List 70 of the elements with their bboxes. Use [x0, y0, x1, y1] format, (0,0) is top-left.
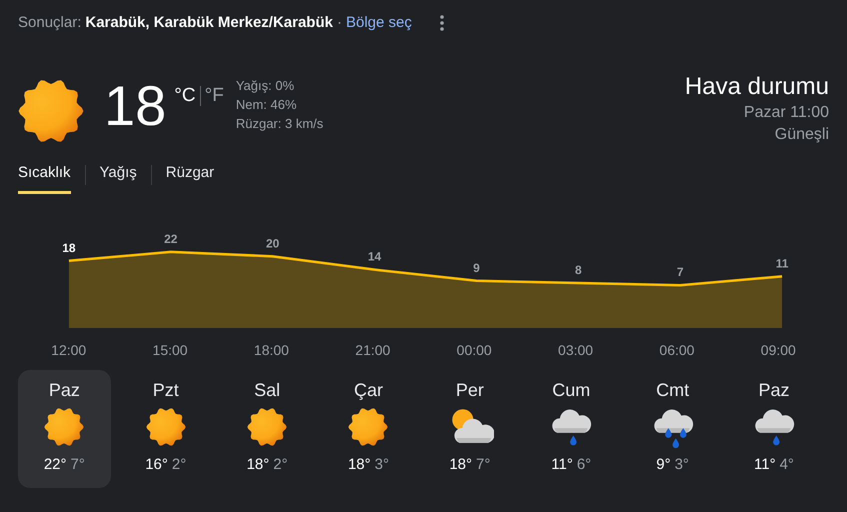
fahrenheit-toggle[interactable]: °F [204, 82, 224, 110]
low-temperature: 2° [172, 455, 186, 475]
more-icon[interactable] [440, 15, 444, 31]
temperature-value: 18 [104, 76, 166, 136]
low-temperature: 6° [576, 455, 592, 475]
sun-icon [146, 407, 186, 447]
day-name: Per [456, 379, 484, 402]
day-name: Paz [758, 379, 790, 402]
low-temperature: 7° [70, 455, 85, 475]
low-temperature: 4° [780, 455, 794, 475]
high-temperature: 18° [348, 455, 371, 475]
sun-icon [44, 407, 84, 447]
time-label: 12:00 [51, 341, 86, 360]
chart-tab[interactable]: Yağış [100, 156, 137, 194]
day-forecast[interactable]: Çar 18° 3° [322, 370, 415, 488]
day-name: Cum [552, 379, 590, 402]
day-forecast[interactable]: Pzt 16° 2° [119, 370, 212, 488]
day-forecast[interactable]: Paz 11° 4° [728, 370, 820, 488]
sun-icon [247, 407, 288, 447]
high-temperature: 11° [754, 455, 776, 475]
value-label: 20 [266, 236, 280, 250]
time-label: 21:00 [355, 341, 390, 360]
chart-tab[interactable]: Sıcaklık [18, 156, 71, 194]
time-label: 00:00 [456, 341, 492, 360]
low-temperature: 3° [674, 455, 689, 475]
time-label: 06:00 [659, 341, 694, 360]
value-label: 8 [574, 263, 582, 277]
sun-icon [348, 407, 388, 447]
high-temperature: 22° [44, 455, 67, 475]
weather-title: Hava durumu [684, 72, 829, 102]
time-label: 03:00 [558, 341, 594, 360]
low-temperature: 3° [374, 455, 389, 475]
day-forecast[interactable]: Cum 11° 6° [524, 370, 618, 488]
day-forecast[interactable]: Per 18° 7° [424, 370, 516, 488]
weather-detail: Nem: 46% [236, 96, 298, 114]
time-label: 18:00 [254, 341, 289, 360]
value-label: 7 [676, 265, 684, 280]
location-text: Karabük, Karabük Merkez/Karabük [85, 12, 333, 33]
day-forecast[interactable]: Cmt 9° 3° [626, 370, 719, 488]
day-name: Cmt [656, 379, 690, 402]
value-label: 14 [368, 250, 382, 264]
high-temperature: 11° [551, 455, 573, 475]
region-link[interactable]: Bölge seç [346, 12, 412, 34]
high-temperature: 16° [145, 455, 168, 475]
high-temperature: 18° [449, 455, 472, 475]
value-label: 9 [473, 260, 480, 275]
day-name: Paz [48, 379, 80, 402]
date-time: Pazar 11:00 [744, 103, 829, 123]
day-name: Sal [254, 379, 280, 402]
results-label: Sonuçlar: [18, 12, 82, 33]
low-temperature: 7° [476, 455, 490, 475]
day-name: Çar [354, 379, 383, 402]
high-temperature: 18° [246, 455, 270, 475]
time-label: 09:00 [760, 341, 796, 360]
day-name: Pzt [152, 379, 179, 402]
low-temperature: 2° [273, 455, 288, 475]
sun-icon [18, 78, 84, 144]
weather-detail: Rüzgar: 3 km/s [236, 115, 324, 133]
weather-detail: Yağış: 0% [236, 77, 296, 95]
day-forecast[interactable]: Sal 18° 2° [220, 370, 314, 488]
high-temperature: 9° [656, 455, 671, 475]
time-label: 15:00 [152, 341, 188, 360]
value-label: 18 [62, 240, 76, 255]
celsius-toggle[interactable]: °C [174, 82, 196, 110]
separator-dot: · [336, 12, 342, 33]
chart-tab[interactable]: Rüzgar [166, 156, 214, 194]
condition-text: Güneşli [774, 125, 829, 145]
day-forecast[interactable]: Paz 22° 7° [18, 370, 111, 488]
value-label: 11 [776, 256, 788, 270]
value-label: 22 [164, 232, 178, 246]
